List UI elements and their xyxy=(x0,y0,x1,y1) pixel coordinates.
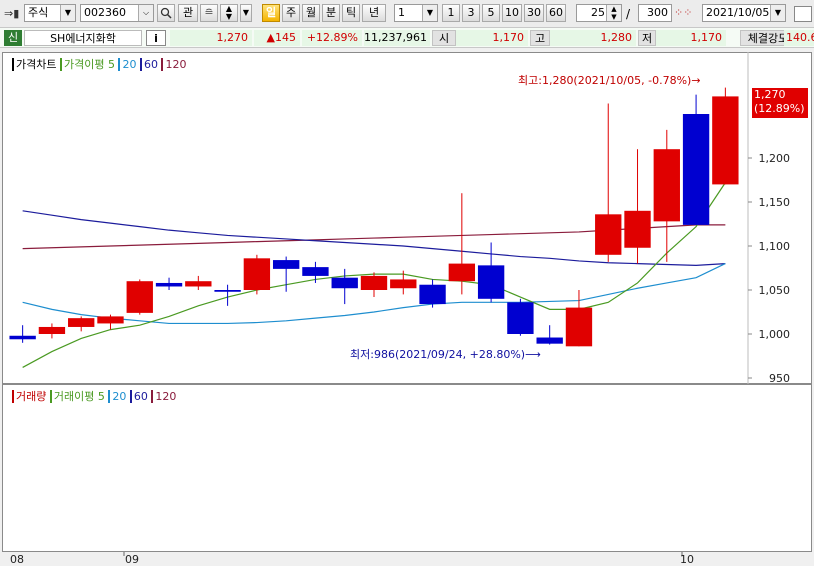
candle-body xyxy=(155,282,183,287)
volume-legend-ma60: 60 xyxy=(129,390,148,403)
price-tick-label: 1,050 xyxy=(759,284,791,297)
current-price-tag: 1,270 (12.89%) xyxy=(752,88,808,118)
candle-body xyxy=(565,307,593,347)
candle-body xyxy=(68,318,95,327)
volume-legend-title: 거래량 xyxy=(12,390,47,403)
candle-body xyxy=(448,263,476,282)
candle-body xyxy=(214,290,241,292)
price-tick-label: 1,150 xyxy=(759,196,791,209)
low-annotation: 최저:986(2021/09/24, +28.80%)⟶ xyxy=(350,348,541,361)
candle-body xyxy=(38,326,66,334)
candle-body xyxy=(185,281,212,287)
price-tick-label: 1,100 xyxy=(759,240,791,253)
candle-body xyxy=(536,337,563,344)
candle-body xyxy=(419,284,446,305)
candle-body xyxy=(302,267,329,276)
candle-body xyxy=(272,260,300,269)
price-tick-label: 1,000 xyxy=(759,328,791,341)
candle-body xyxy=(331,277,358,289)
candle-body xyxy=(624,210,651,248)
candle-body xyxy=(653,149,680,222)
candle-body xyxy=(243,258,271,290)
volume-legend-ma120: 120 xyxy=(151,390,177,403)
high-annotation: 최고:1,280(2021/10/05, -0.78%)→ xyxy=(518,74,701,87)
x-label-oct: 10 xyxy=(680,553,694,566)
current-price-tag-value: 1,270 xyxy=(754,88,786,101)
volume-legend-ma5: 5 xyxy=(97,390,105,403)
current-price-tag-pct: (12.89%) xyxy=(754,102,805,115)
candle-body xyxy=(507,302,534,334)
candle-body xyxy=(360,275,388,290)
volume-legend-ma: 거래이평 xyxy=(49,390,95,403)
candle-body xyxy=(477,265,505,299)
candle-body xyxy=(97,316,124,324)
volume-legend-ma20: 20 xyxy=(108,390,127,403)
candle-body xyxy=(390,279,417,289)
candle-body xyxy=(682,114,710,225)
x-label-aug: 08 xyxy=(10,553,24,566)
x-label-sep: 09 xyxy=(125,553,139,566)
volume-legend: 거래량 거래이평 5 20 60 120 xyxy=(12,388,177,404)
volume-chart-panel[interactable] xyxy=(2,384,812,552)
candle-body xyxy=(9,335,36,340)
candle-body xyxy=(126,281,153,313)
candle-body xyxy=(712,96,739,185)
candle-body xyxy=(595,214,622,255)
price-tick-label: 1,200 xyxy=(759,152,791,165)
